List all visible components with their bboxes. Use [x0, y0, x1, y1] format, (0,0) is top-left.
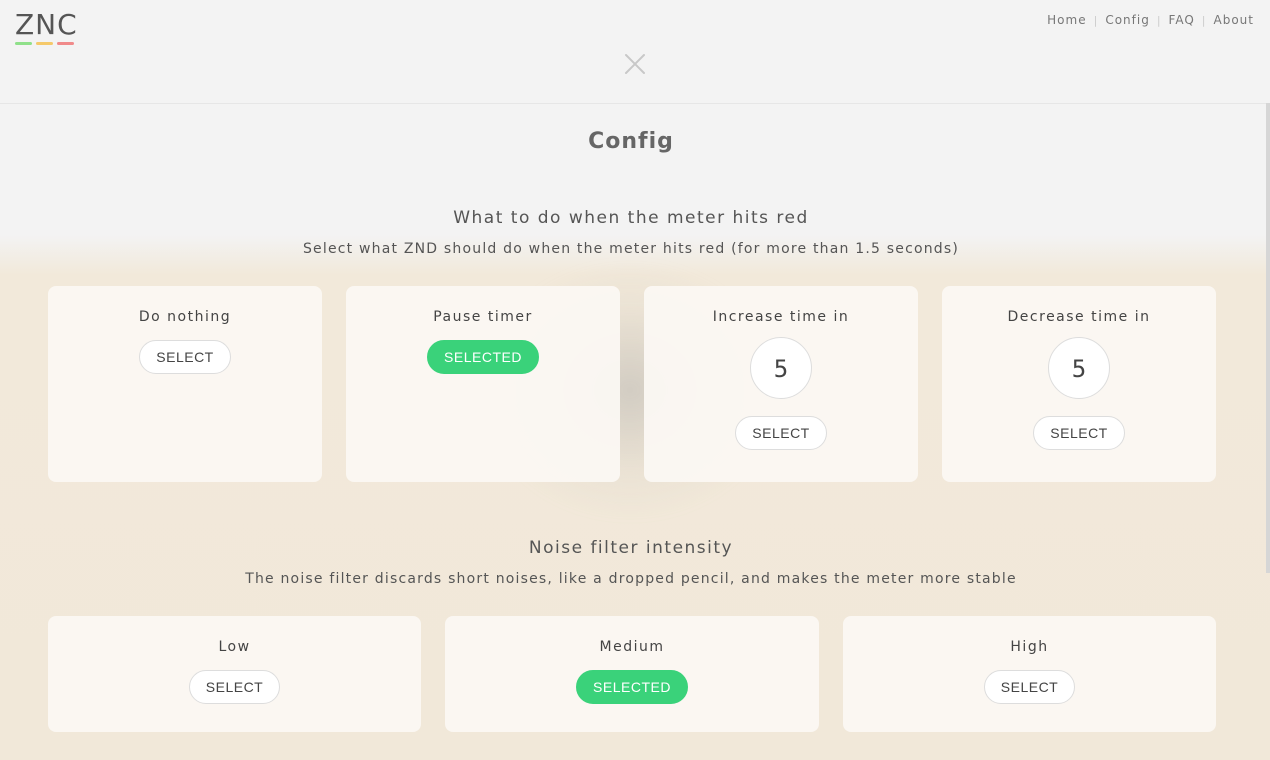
option-label: Do nothing [138, 309, 232, 325]
nav-home[interactable]: Home [1047, 13, 1086, 27]
noise-section-title: Noise filter intensity [528, 538, 734, 558]
noise-card-low: Low SELECT [48, 616, 421, 732]
logo[interactable]: ZNC [15, 10, 78, 45]
nav-config[interactable]: Config [1105, 13, 1150, 27]
select-button[interactable]: SELECT [1033, 416, 1125, 450]
meter-section-subtitle: Select what ZND should do when the meter… [302, 241, 960, 257]
logo-text: ZNC [15, 8, 78, 41]
select-button[interactable]: SELECT [188, 670, 281, 704]
nav-separator: | [1093, 13, 1099, 27]
option-label: Pause timer [433, 309, 533, 325]
nav-separator: | [1156, 13, 1162, 27]
option-card-decrease-time: Decrease time in 5 SELECT [942, 286, 1216, 482]
option-card-pause-timer: Pause timer SELECTED [346, 286, 620, 482]
top-nav: Home | Config | FAQ | About [1047, 13, 1254, 27]
scrollbar[interactable] [1266, 103, 1270, 573]
option-card-do-nothing: Do nothing SELECT [48, 286, 322, 482]
decrease-time-input[interactable]: 5 [1048, 337, 1110, 399]
logo-bar-yellow [36, 42, 53, 45]
noise-section-subtitle: The noise filter discards short noises, … [245, 571, 1017, 587]
header: ZNC Home | Config | FAQ | About [0, 0, 1270, 104]
selected-button[interactable]: SELECTED [427, 340, 539, 374]
selected-button[interactable]: SELECTED [576, 670, 688, 704]
nav-faq[interactable]: FAQ [1169, 13, 1195, 27]
option-label: Low [218, 639, 251, 655]
close-icon[interactable] [624, 53, 646, 75]
nav-about[interactable]: About [1214, 13, 1254, 27]
select-button[interactable]: SELECT [983, 670, 1076, 704]
nav-separator: | [1201, 13, 1207, 27]
increase-time-input[interactable]: 5 [750, 337, 812, 399]
select-button[interactable]: SELECT [735, 416, 827, 450]
noise-card-medium: Medium SELECTED [445, 616, 819, 732]
select-button[interactable]: SELECT [139, 340, 231, 374]
option-label: Increase time in [712, 309, 850, 325]
option-card-increase-time: Increase time in 5 SELECT [644, 286, 918, 482]
option-label: Medium [599, 639, 665, 655]
logo-color-bars [15, 42, 78, 45]
page-title: Config [588, 129, 674, 154]
option-label: High [1010, 639, 1049, 655]
logo-bar-red [57, 42, 74, 45]
noise-card-high: High SELECT [843, 616, 1216, 732]
meter-section-title: What to do when the meter hits red [453, 208, 809, 228]
option-label: Decrease time in [1007, 309, 1151, 325]
logo-bar-green [15, 42, 32, 45]
